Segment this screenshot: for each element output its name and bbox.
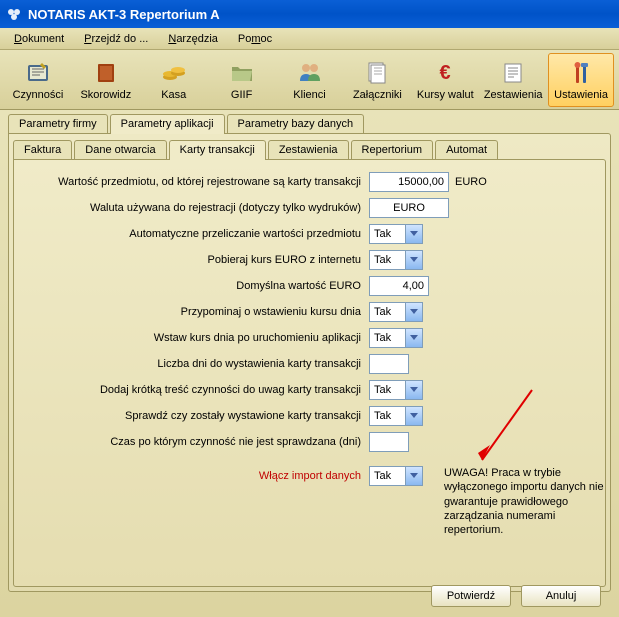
- toolbar-label: Załączniki: [353, 89, 402, 101]
- chevron-down-icon: [405, 225, 422, 243]
- chevron-down-icon: [405, 251, 422, 269]
- menu-dokument[interactable]: Dokument: [4, 30, 74, 48]
- label-auto-przeliczanie: Automatyczne przeliczanie wartości przed…: [24, 228, 369, 240]
- toolbar-label: Skorowidz: [80, 89, 131, 101]
- select-przypominaj[interactable]: Tak: [369, 302, 423, 322]
- cancel-button[interactable]: Anuluj: [521, 585, 601, 607]
- chevron-down-icon: [405, 303, 422, 321]
- people-icon: [296, 59, 324, 87]
- select-auto-przeliczanie[interactable]: Tak: [369, 224, 423, 244]
- toolbar-label: Zestawienia: [484, 89, 543, 101]
- label-sprawdz: Sprawdź czy zostały wystawione karty tra…: [24, 410, 369, 422]
- notebook-icon: [24, 59, 52, 87]
- toolbar-kasa[interactable]: Kasa: [141, 53, 207, 107]
- select-pobieraj-kurs[interactable]: Tak: [369, 250, 423, 270]
- toolbar-zestawienia[interactable]: Zestawienia: [480, 53, 546, 107]
- select-sprawdz[interactable]: Tak: [369, 406, 423, 426]
- label-domyslna-wartosc: Domyślna wartość EURO: [24, 280, 369, 292]
- app-icon: [6, 6, 22, 22]
- toolbar-label: Kasa: [161, 89, 186, 101]
- label-waluta: Waluta używana do rejestracji (dotyczy t…: [24, 202, 369, 214]
- tab-parametry-firmy[interactable]: Parametry firmy: [8, 114, 108, 133]
- confirm-button[interactable]: Potwierdź: [431, 585, 511, 607]
- toolbar-klienci[interactable]: Klienci: [277, 53, 343, 107]
- toolbar-label: Kursy walut: [417, 89, 474, 101]
- menu-przejdz[interactable]: Przejdź do ...: [74, 30, 158, 48]
- outer-tab-panel: Faktura Dane otwarcia Karty transakcji Z…: [8, 133, 611, 592]
- toolbar-label: GIIF: [231, 89, 252, 101]
- toolbar-label: Ustawienia: [554, 89, 608, 101]
- folder-icon: [228, 59, 256, 87]
- svg-text:€: €: [440, 62, 451, 84]
- label-wstaw-kurs: Wstaw kurs dnia po uruchomieniu aplikacj…: [24, 332, 369, 344]
- toolbar-giif[interactable]: GIIF: [209, 53, 275, 107]
- input-czas[interactable]: [369, 432, 409, 452]
- tab-faktura[interactable]: Faktura: [13, 140, 72, 159]
- chevron-down-icon: [405, 381, 422, 399]
- inner-tabs: Faktura Dane otwarcia Karty transakcji Z…: [13, 140, 606, 159]
- label-dodaj-tresc: Dodaj krótką treść czynności do uwag kar…: [24, 384, 369, 396]
- label-czas: Czas po którym czynność nie jest sprawdz…: [24, 436, 369, 448]
- warning-text: UWAGA! Praca w trybie wyłączonego import…: [444, 466, 614, 537]
- menu-narzedzia[interactable]: Narzędzia: [158, 30, 228, 48]
- tab-zestawienia[interactable]: Zestawienia: [268, 140, 349, 159]
- label-wlacz-import: Włącz import danych: [24, 470, 369, 482]
- toolbar: Czynności Skorowidz Kasa GIIF Klienci Za…: [0, 50, 619, 110]
- select-wstaw-kurs[interactable]: Tak: [369, 328, 423, 348]
- toolbar-label: Czynności: [13, 89, 64, 101]
- tab-repertorium[interactable]: Repertorium: [351, 140, 434, 159]
- label-wartosc-przedmiotu: Wartość przedmiotu, od której rejestrowa…: [24, 176, 369, 188]
- book-icon: [92, 59, 120, 87]
- euro-icon: €: [431, 59, 459, 87]
- coins-icon: [160, 59, 188, 87]
- tab-dane-otwarcia[interactable]: Dane otwarcia: [74, 140, 166, 159]
- chevron-down-icon: [405, 407, 422, 425]
- menubar: Dokument Przejdź do ... Narzędzia Pomoc: [0, 28, 619, 50]
- input-liczba-dni[interactable]: [369, 354, 409, 374]
- unit-euro: EURO: [455, 176, 487, 188]
- label-pobieraj-kurs: Pobieraj kurs EURO z internetu: [24, 254, 369, 266]
- content-area: Parametry firmy Parametry aplikacji Para…: [0, 110, 619, 617]
- tab-parametry-bazy[interactable]: Parametry bazy danych: [227, 114, 365, 133]
- tab-parametry-aplikacji[interactable]: Parametry aplikacji: [110, 114, 225, 134]
- toolbar-czynnosci[interactable]: Czynności: [5, 53, 71, 107]
- tab-karty-transakcji[interactable]: Karty transakcji: [169, 140, 266, 160]
- select-wlacz-import[interactable]: Tak: [369, 466, 423, 486]
- menu-pomoc[interactable]: Pomoc: [228, 30, 282, 48]
- titlebar: NOTARIS AKT-3 Repertorium A: [0, 0, 619, 28]
- report-icon: [499, 59, 527, 87]
- chevron-down-icon: [405, 467, 422, 485]
- input-wartosc-przedmiotu[interactable]: [369, 172, 449, 192]
- toolbar-zalaczniki[interactable]: Załączniki: [344, 53, 410, 107]
- input-domyslna-wartosc[interactable]: [369, 276, 429, 296]
- inner-tab-panel: Wartość przedmiotu, od której rejestrowa…: [13, 159, 606, 587]
- label-przypominaj: Przypominaj o wstawieniu kursu dnia: [24, 306, 369, 318]
- toolbar-label: Klienci: [293, 89, 325, 101]
- toolbar-ustawienia[interactable]: Ustawienia: [548, 53, 614, 107]
- tab-automat[interactable]: Automat: [435, 140, 498, 159]
- chevron-down-icon: [405, 329, 422, 347]
- outer-tabs: Parametry firmy Parametry aplikacji Para…: [8, 114, 611, 133]
- toolbar-kursy[interactable]: € Kursy walut: [412, 53, 478, 107]
- select-dodaj-tresc[interactable]: Tak: [369, 380, 423, 400]
- attachment-icon: [363, 59, 391, 87]
- label-liczba-dni: Liczba dni do wystawienia karty transakc…: [24, 358, 369, 370]
- window-title: NOTARIS AKT-3 Repertorium A: [28, 7, 220, 22]
- toolbar-skorowidz[interactable]: Skorowidz: [73, 53, 139, 107]
- bottom-buttons: Potwierdź Anuluj: [431, 585, 601, 607]
- tools-icon: [567, 59, 595, 87]
- input-waluta[interactable]: [369, 198, 449, 218]
